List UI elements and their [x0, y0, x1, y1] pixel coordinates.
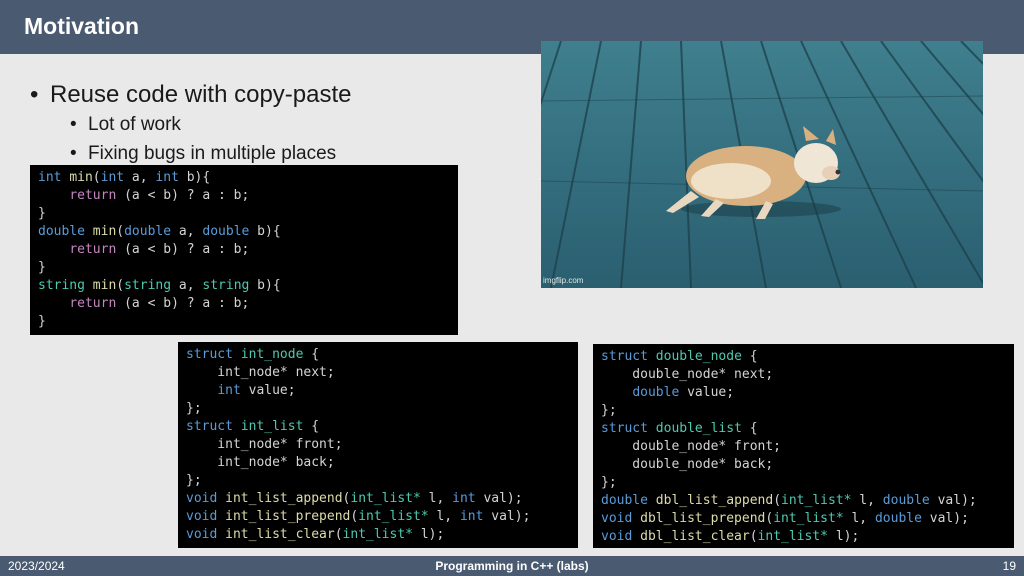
code-line: }; — [601, 475, 617, 490]
page-number: 19 — [1002, 559, 1016, 573]
code-line: string min(string a, string b){ — [38, 278, 281, 293]
bullet-main: Reuse code with copy-paste — [30, 80, 510, 110]
code-line: void dbl_list_prepend(int_list* l, doubl… — [601, 511, 969, 526]
code-line: int_node* front; — [186, 437, 343, 452]
code-line: double dbl_list_append(int_list* l, doub… — [601, 493, 977, 508]
code-line: int value; — [217, 383, 296, 398]
code-line: }; — [186, 401, 202, 416]
code-line: return (a < b) ? a : b; — [69, 242, 250, 257]
code-line: void int_list_clear(int_list* l); — [186, 527, 445, 542]
code-line: double min(double a, double b){ — [38, 224, 281, 239]
code-line: int min(int a, int b){ — [38, 170, 211, 185]
sub-bullet-lot-of-work: Lot of work — [70, 110, 510, 139]
code-line: double_node* front; — [601, 439, 782, 454]
code-line: int_node* next; — [186, 365, 335, 380]
code-block-int-list: struct int_node { int_node* next; int va… — [178, 342, 578, 548]
code-line: }; — [186, 473, 202, 488]
footer-bar: 2023/2024 Programming in C++ (labs) 19 — [0, 556, 1024, 576]
code-line: return (a < b) ? a : b; — [69, 188, 250, 203]
code-line: double_node* back; — [601, 457, 774, 472]
code-line: return (a < b) ? a : b; — [69, 296, 250, 311]
sub-bullet-list: Lot of work Fixing bugs in multiple plac… — [70, 110, 510, 168]
code-block-min-functions: int min(int a, int b){ return (a < b) ? … — [30, 165, 458, 335]
code-line: struct int_node { — [186, 347, 320, 362]
code-line: struct int_list { — [186, 419, 320, 434]
code-line: struct double_list { — [601, 421, 758, 436]
slide-title: Motivation — [24, 13, 139, 39]
code-line: void dbl_list_clear(int_list* l); — [601, 529, 860, 544]
code-line: double_node* next; — [601, 367, 774, 382]
code-line: } — [38, 260, 46, 275]
code-block-double-list: struct double_node { double_node* next; … — [593, 344, 1014, 548]
code-line: void int_list_prepend(int_list* l, int v… — [186, 509, 531, 524]
bullet-list: Reuse code with copy-paste Lot of work F… — [30, 80, 510, 168]
tired-dog-photo-icon — [541, 41, 983, 288]
code-line: double value; — [632, 385, 735, 400]
code-line: } — [38, 206, 46, 221]
sub-bullet-fixing-bugs: Fixing bugs in multiple places — [70, 139, 510, 168]
code-line: int_node* back; — [186, 455, 335, 470]
dog-photo — [541, 41, 983, 288]
footer-course: Programming in C++ (labs) — [435, 559, 589, 573]
code-line: } — [38, 314, 46, 329]
code-line: void int_list_append(int_list* l, int va… — [186, 491, 523, 506]
code-line: struct double_node { — [601, 349, 758, 364]
image-watermark: imgflip.com — [543, 276, 584, 285]
code-line: }; — [601, 403, 617, 418]
